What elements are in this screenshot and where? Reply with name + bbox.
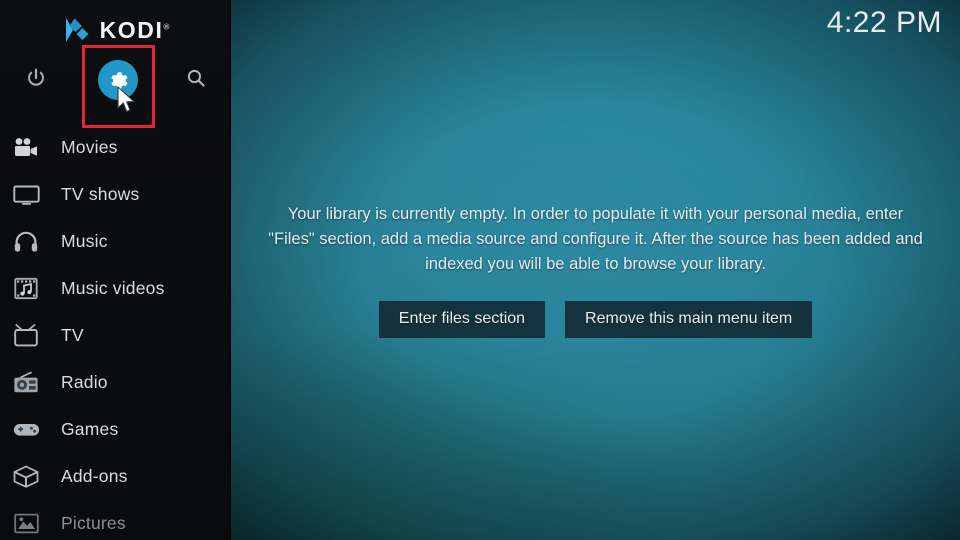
search-icon (185, 67, 207, 94)
sidebar-menu: Movies TV shows Music Music videos TV Ra… (0, 124, 231, 540)
power-button[interactable] (12, 56, 60, 104)
settings-button[interactable] (94, 56, 142, 104)
sidebar-item-add-ons[interactable]: Add-ons (0, 453, 231, 500)
sidebar-item-music-videos[interactable]: Music videos (0, 265, 231, 312)
sidebar-item-label: Games (61, 419, 119, 439)
sidebar-item-movies[interactable]: Movies (0, 124, 231, 171)
radio-icon (9, 368, 43, 398)
sidebar-item-label: Movies (61, 137, 118, 157)
sidebar-item-label: Pictures (61, 513, 126, 533)
empty-library-message: Your library is currently empty. In orde… (268, 205, 923, 273)
action-buttons: Enter files section Remove this main men… (378, 301, 813, 338)
enter-files-section-button[interactable]: Enter files section (378, 301, 546, 338)
power-icon (25, 67, 47, 94)
sidebar-item-label: TV (61, 325, 84, 345)
main-content: Your library is currently empty. In orde… (231, 0, 960, 540)
kodi-logo: KODI® (0, 14, 231, 46)
sidebar-item-label: Music (61, 231, 108, 251)
sidebar-item-tv-shows[interactable]: TV shows (0, 171, 231, 218)
sidebar-item-pictures[interactable]: Pictures (0, 500, 231, 540)
sidebar-item-radio[interactable]: Radio (0, 359, 231, 406)
remove-main-menu-item-button[interactable]: Remove this main menu item (565, 301, 813, 338)
sidebar-item-tv[interactable]: TV (0, 312, 231, 359)
picture-icon (9, 509, 43, 539)
headphones-icon (9, 227, 43, 257)
film-music-icon (9, 274, 43, 304)
sidebar-item-label: Add-ons (61, 466, 128, 486)
kodi-home-screen: 4:22 PM KODI® Movies TV shows Music Musi… (0, 0, 960, 540)
kodi-wordmark: KODI® (99, 16, 170, 43)
sidebar-item-label: Music videos (61, 278, 165, 298)
settings-gear-icon (98, 60, 138, 100)
movie-camera-icon (9, 133, 43, 163)
open-box-icon (9, 462, 43, 492)
sidebar-item-music[interactable]: Music (0, 218, 231, 265)
search-button[interactable] (172, 56, 220, 104)
sidebar-top-icons (0, 56, 231, 106)
tv-antenna-icon (9, 321, 43, 351)
sidebar-item-games[interactable]: Games (0, 406, 231, 453)
kodi-logo-icon (62, 17, 90, 43)
sidebar-item-label: TV shows (61, 184, 140, 204)
television-icon (9, 180, 43, 210)
gamepad-icon (9, 415, 43, 445)
sidebar-item-label: Radio (61, 372, 108, 392)
sidebar: KODI® Movies TV shows Music Music videos… (0, 0, 231, 540)
